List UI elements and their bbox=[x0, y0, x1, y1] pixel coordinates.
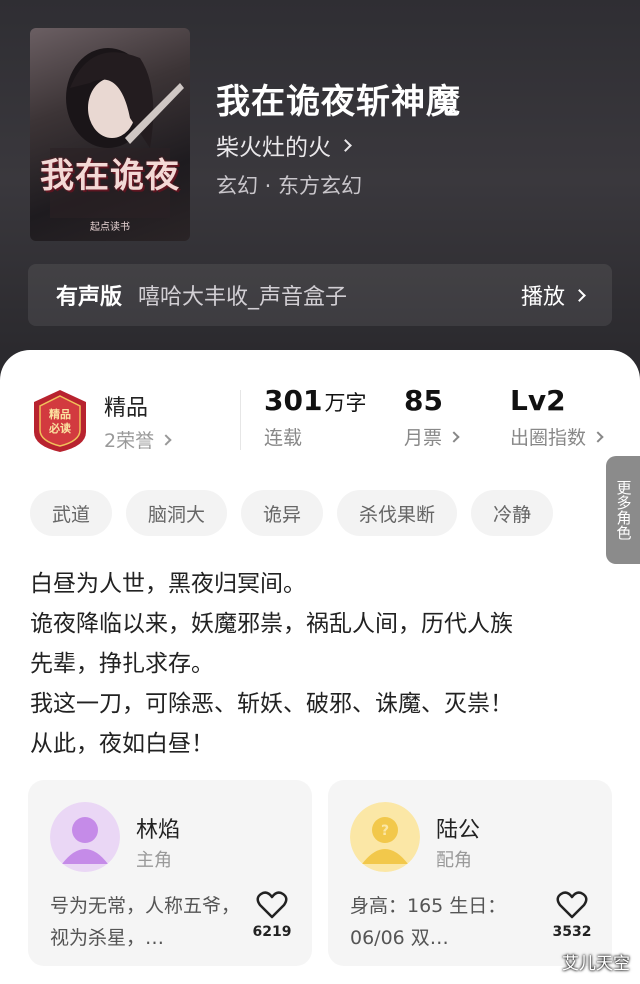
synopsis-line: 我这一刀，可除恶、斩妖、破邪、诛魔、灭祟！ bbox=[30, 691, 513, 717]
like-button[interactable]: 6219 bbox=[252, 890, 292, 940]
character-cards: 林焰 主角 号为无常，人称五爷，视为杀星，… 6219 ? 陆公 配角 身高：1… bbox=[28, 780, 640, 966]
tag-chip[interactable]: 脑洞大 bbox=[126, 490, 228, 536]
book-title: 我在诡夜斩神魔 bbox=[216, 82, 461, 122]
heart-icon bbox=[556, 891, 588, 919]
audio-version-label: 有声版 bbox=[56, 285, 123, 310]
avatar: ? bbox=[350, 802, 420, 872]
book-detail-panel: 精品 必读 精品 2荣誉 301万字 连载 85 月票 Lv2 出圈指数 武道 … bbox=[0, 350, 640, 984]
like-count: 6219 bbox=[252, 924, 292, 940]
stats-divider bbox=[240, 390, 241, 450]
chevron-right-icon bbox=[448, 430, 460, 443]
svg-text:必读: 必读 bbox=[48, 421, 71, 435]
honor-label: 精品 bbox=[104, 396, 149, 421]
like-count: 3532 bbox=[552, 924, 592, 940]
honor-count-link[interactable]: 2荣誉 bbox=[104, 426, 172, 453]
word-count-value: 301 bbox=[264, 384, 323, 417]
chevron-right-icon bbox=[160, 433, 172, 446]
genre-label: 玄幻 · 东方玄幻 bbox=[216, 174, 363, 198]
influence-stat[interactable]: Lv2 出圈指数 bbox=[510, 384, 604, 450]
chevron-right-icon bbox=[592, 430, 604, 443]
svg-text:精品: 精品 bbox=[49, 407, 71, 421]
character-card[interactable]: ? 陆公 配角 身高：165 生日：06/06 双… 3532 bbox=[328, 780, 612, 966]
synopsis-line: 从此，夜如白昼！ bbox=[30, 731, 214, 757]
word-count-stat: 301万字 连载 bbox=[264, 384, 366, 450]
character-desc: 号为无常，人称五爷，视为杀星，… bbox=[50, 895, 241, 949]
influence-value: Lv2 bbox=[510, 384, 566, 417]
synopsis-line: 先辈，挣扎求存。 bbox=[30, 651, 214, 677]
honor-badge-icon[interactable]: 精品 必读 bbox=[30, 388, 90, 454]
tag-list: 武道 脑洞大 诡异 杀伐果断 冷静 bbox=[30, 490, 554, 536]
chevron-right-icon bbox=[339, 138, 352, 152]
monthly-ticket-stat[interactable]: 85 月票 bbox=[404, 384, 460, 450]
stats-row: 精品 必读 精品 2荣誉 301万字 连载 85 月票 Lv2 出圈指数 bbox=[0, 384, 640, 464]
cover-illustration bbox=[50, 48, 184, 218]
monthly-ticket-label: 月票 bbox=[404, 427, 443, 449]
audio-narrator: 嘻哈大丰收_声音盒子 bbox=[138, 285, 348, 310]
tag-chip[interactable]: 冷静 bbox=[471, 490, 554, 536]
heart-icon bbox=[256, 891, 288, 919]
watermark: 艾儿天空 bbox=[562, 954, 630, 974]
audio-version-bar[interactable]: 有声版 嘻哈大丰收_声音盒子 播放 bbox=[28, 264, 612, 326]
serial-status: 连载 bbox=[264, 427, 303, 449]
author-name: 柴火灶的火 bbox=[216, 135, 331, 161]
character-desc: 身高：165 生日：06/06 双… bbox=[350, 895, 507, 949]
cover-publisher: 起点读书 bbox=[90, 222, 130, 233]
tag-chip[interactable]: 武道 bbox=[30, 490, 113, 536]
book-cover[interactable]: 我在诡夜 起点读书 bbox=[30, 28, 190, 241]
synopsis-line: 白昼为人世，黑夜归冥间。 bbox=[30, 571, 306, 597]
monthly-ticket-value: 85 bbox=[404, 384, 443, 417]
tag-chip[interactable]: 杀伐果断 bbox=[337, 490, 458, 536]
word-count-unit: 万字 bbox=[324, 391, 367, 415]
influence-label: 出圈指数 bbox=[510, 427, 587, 449]
synopsis-line: 诡夜降临以来，妖魔邪祟，祸乱人间，历代人族 bbox=[30, 611, 513, 637]
honor-count: 2荣誉 bbox=[104, 430, 155, 452]
play-label: 播放 bbox=[520, 285, 565, 310]
tag-chip[interactable]: 诡异 bbox=[241, 490, 324, 536]
cover-title: 我在诡夜 bbox=[40, 156, 180, 196]
character-card[interactable]: 林焰 主角 号为无常，人称五爷，视为杀星，… 6219 bbox=[28, 780, 312, 966]
like-button[interactable]: 3532 bbox=[552, 890, 592, 940]
character-role: 配角 bbox=[436, 850, 472, 871]
chevron-right-icon bbox=[573, 288, 586, 302]
character-name: 陆公 bbox=[436, 818, 481, 843]
character-name: 林焰 bbox=[136, 818, 181, 843]
character-role: 主角 bbox=[136, 850, 172, 871]
more-roles-button[interactable]: 更多角色 bbox=[606, 456, 640, 564]
author-link[interactable]: 柴火灶的火 bbox=[216, 128, 352, 162]
play-button[interactable]: 播放 bbox=[520, 279, 586, 311]
avatar bbox=[50, 802, 120, 872]
synopsis[interactable]: 白昼为人世，黑夜归冥间。 诡夜降临以来，妖魔邪祟，祸乱人间，历代人族 先辈，挣扎… bbox=[30, 564, 610, 764]
svg-text:?: ? bbox=[381, 823, 389, 839]
